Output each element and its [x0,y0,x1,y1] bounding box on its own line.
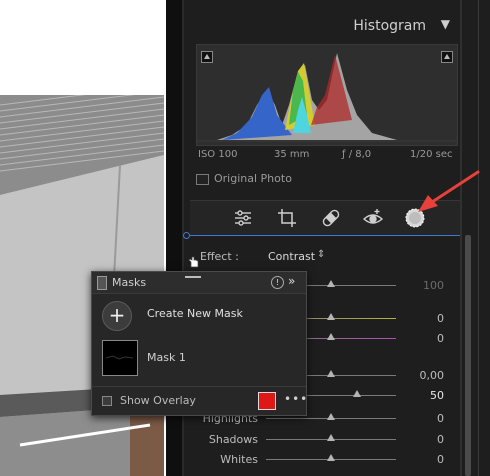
redeye-icon[interactable] [362,207,384,229]
panel-rail [478,0,479,476]
panel-edge [460,0,462,476]
panel-divider-active [184,235,460,236]
slider-row[interactable]: Whites 0 [184,451,460,469]
info-icon[interactable]: ! [271,276,284,289]
collapse-panel-icon[interactable]: » [288,274,295,288]
show-overlay-row: Show Overlay ••• [92,386,308,416]
slider-row[interactable]: Shadows 0 [184,431,460,449]
overlay-color-swatch[interactable] [258,392,276,410]
exif-shutter: 1/20 sec [410,149,453,160]
slider-thumb[interactable] [327,333,335,340]
slider-thumb[interactable] [353,390,361,397]
slider-value[interactable]: 0 [437,433,444,446]
panel-pin-icon[interactable] [183,232,190,239]
histogram-graph [197,53,457,142]
masks-header[interactable]: Masks ! » [92,272,306,294]
slider-label: Whites [220,453,258,466]
effect-label: Effect : [200,250,239,263]
shadow-clipping-icon[interactable] [201,51,213,63]
slider-thumb[interactable] [327,434,335,441]
original-photo-label: Original Photo [214,172,292,185]
chevron-updown-icon[interactable]: ⇕ [317,249,325,260]
original-photo-checkbox[interactable] [196,174,209,185]
sliders-icon[interactable] [232,207,254,229]
exif-focal-length: 35 mm [274,149,310,160]
slider-value[interactable]: 0 [437,332,444,345]
more-options-icon[interactable]: ••• [284,392,308,406]
healing-icon[interactable] [320,207,342,229]
masks-panel: Masks ! » + Create New Mask Mask 1 Show … [91,271,307,416]
show-overlay-label: Show Overlay [120,394,196,407]
slider-thumb[interactable] [327,280,335,287]
slider-value[interactable]: 0 [437,453,444,466]
show-overlay-checkbox[interactable] [102,396,112,406]
mask-name: Mask 1 [147,351,186,364]
histogram-header[interactable]: Histogram ▼ [184,0,460,44]
scrollbar-thumb[interactable] [465,235,471,476]
slider-thumb[interactable] [327,370,335,377]
histogram-title: Histogram [353,18,426,34]
crop-icon[interactable] [276,207,298,229]
red-arrow-annotation [418,170,480,212]
mask-thumbnail [102,340,138,376]
slider-thumb[interactable] [327,454,335,461]
histogram-chart[interactable] [196,44,458,146]
create-new-mask-label[interactable]: Create New Mask [147,307,243,320]
exif-iso: ISO 100 [198,149,238,160]
effect-dropdown[interactable]: Contrast [268,250,315,263]
create-mask-button[interactable]: + [102,301,132,331]
slider-value[interactable]: 50 [430,389,444,402]
highlight-clipping-icon[interactable] [441,51,453,63]
panel-toggle-icon[interactable] [97,276,107,290]
slider-value[interactable]: 0,00 [420,369,445,382]
slider-label: Shadows [208,433,258,446]
mask-list-item[interactable]: Mask 1 [92,336,306,382]
cursor-icon [188,256,199,268]
drag-handle[interactable] [185,276,201,278]
slider-value[interactable]: 100 [423,279,444,292]
slider-value[interactable]: 0 [437,412,444,425]
exif-aperture: ƒ / 8,0 [342,149,372,160]
slider-thumb[interactable] [327,313,335,320]
slider-value[interactable]: 0 [437,312,444,325]
masks-title: Masks [112,276,147,289]
slider-thumb[interactable] [327,413,335,420]
triangle-down-icon[interactable]: ▼ [441,17,450,31]
